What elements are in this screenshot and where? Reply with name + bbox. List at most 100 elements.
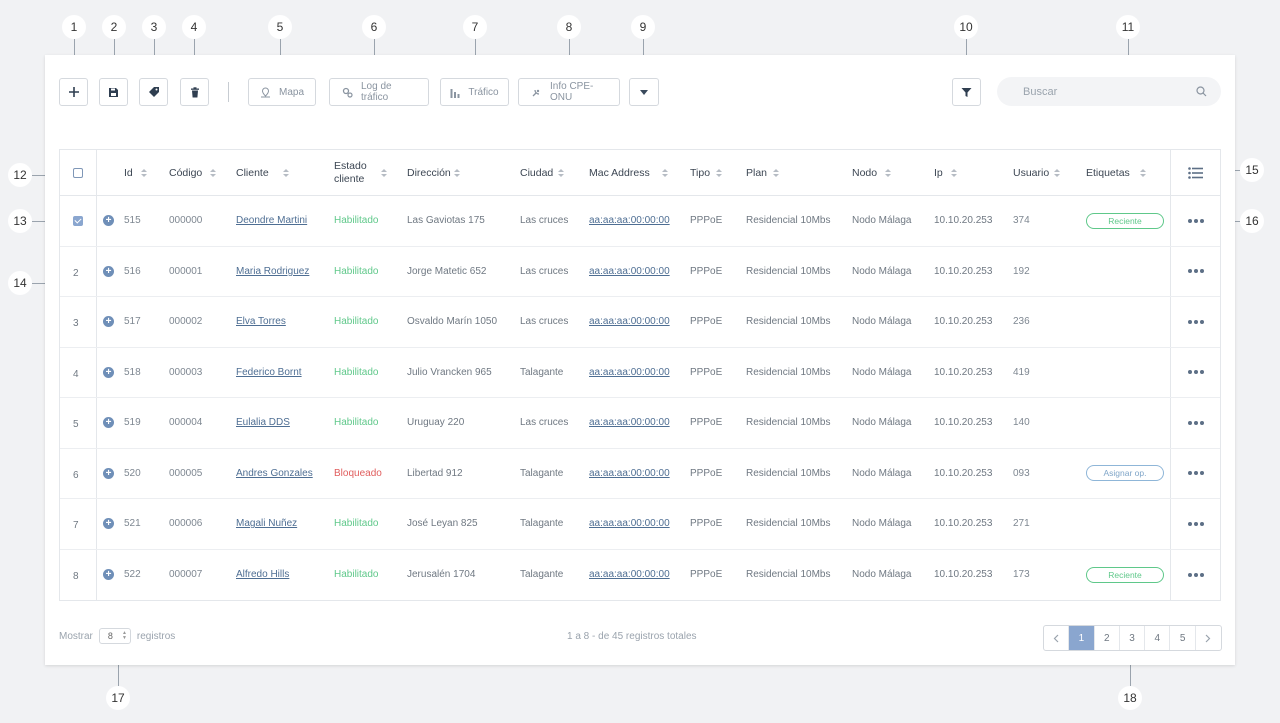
column-header-id[interactable]: Id: [124, 150, 147, 196]
mac-link[interactable]: aa:aa:aa:00:00:00: [589, 266, 670, 277]
row-actions-button[interactable]: [1188, 297, 1204, 347]
tag-badge[interactable]: Asignar op.: [1086, 465, 1164, 482]
map-button[interactable]: Mapa: [248, 78, 316, 106]
table-row[interactable]: 4 +518 000003 Federico Bornt Habilitado Julio…: [60, 348, 1220, 398]
client-link[interactable]: Elva Torres: [236, 316, 286, 327]
column-header-user[interactable]: Usuario: [1013, 150, 1061, 196]
sort-icon: [140, 169, 147, 177]
stepper-arrows-icon[interactable]: ▲ ▼: [122, 631, 127, 641]
page-size-value: 8: [107, 631, 113, 641]
client-link[interactable]: Maria Rodriguez: [236, 266, 309, 277]
page-button-5[interactable]: 5: [1170, 626, 1196, 650]
row-checkbox[interactable]: [73, 215, 83, 226]
expand-row-icon[interactable]: +: [103, 215, 114, 227]
cpe-info-button[interactable]: Info CPE-ONU: [518, 78, 620, 106]
expand-row-icon[interactable]: +: [103, 569, 114, 581]
expand-row-icon[interactable]: +: [103, 316, 114, 328]
expand-row-icon[interactable]: +: [103, 467, 114, 479]
mac-link[interactable]: aa:aa:aa:00:00:00: [589, 215, 670, 226]
cell-id: 519: [124, 398, 141, 448]
table-row[interactable]: 8 +522 000007 Alfredo Hills Habilitado Jerusa…: [60, 550, 1220, 601]
column-header-ip[interactable]: Ip: [934, 150, 957, 196]
tag-badge[interactable]: Reciente: [1086, 212, 1164, 229]
search-box[interactable]: [997, 77, 1221, 106]
row-actions-button[interactable]: [1188, 499, 1204, 549]
page-button-3[interactable]: 3: [1120, 626, 1146, 650]
code-value: 000000: [169, 215, 203, 227]
row-actions-button[interactable]: [1188, 550, 1204, 601]
row-actions-button[interactable]: [1188, 348, 1204, 398]
column-header-address[interactable]: Dirección: [407, 150, 460, 196]
search-icon[interactable]: [1196, 86, 1207, 97]
search-input[interactable]: [1023, 85, 1196, 98]
page-size-control: Mostrar 8 ▲ ▼ registros: [59, 628, 175, 644]
table-row[interactable]: 2 +516 000001 Maria Rodriguez Habilitado Jorg…: [60, 247, 1220, 297]
row-number: 8: [73, 571, 79, 583]
city-value: Las cruces: [520, 265, 569, 277]
client-link[interactable]: Alfredo Hills: [236, 569, 289, 580]
expand-row-icon[interactable]: +: [103, 417, 114, 429]
column-header-plan[interactable]: Plan: [746, 150, 780, 196]
client-link[interactable]: Eulalia DDS: [236, 417, 290, 428]
traffic-button[interactable]: Tráfico: [440, 78, 509, 106]
client-link[interactable]: Andres Gonzales: [236, 468, 313, 479]
next-page-button[interactable]: [1196, 626, 1221, 650]
row-actions-button[interactable]: [1188, 449, 1204, 499]
page-button-2[interactable]: 2: [1095, 626, 1120, 650]
column-header-status[interactable]: Estado cliente: [334, 150, 387, 196]
column-settings-button[interactable]: [1188, 150, 1203, 196]
cell-status: Habilitado: [334, 398, 378, 448]
expand-row-icon[interactable]: +: [103, 518, 114, 530]
tag-button[interactable]: [139, 78, 168, 106]
filter-button[interactable]: [952, 78, 981, 106]
row-actions-button[interactable]: [1188, 398, 1204, 448]
plan-value: Residencial 10Mbs: [746, 518, 831, 530]
row-actions-button[interactable]: [1188, 196, 1204, 246]
prev-page-button[interactable]: [1044, 626, 1070, 650]
mac-link[interactable]: aa:aa:aa:00:00:00: [589, 468, 670, 479]
table-row[interactable]: 6 +520 000005 Andres Gonzales Bloqueado Liber…: [60, 449, 1220, 499]
type-value: PPPoE: [690, 467, 723, 479]
row-actions-button[interactable]: [1188, 247, 1204, 297]
save-button[interactable]: [99, 78, 128, 106]
more-actions-dropdown[interactable]: [629, 78, 659, 106]
client-link[interactable]: Deondre Martini: [236, 215, 307, 226]
column-header-code[interactable]: Código: [169, 150, 217, 196]
column-header-tags[interactable]: Etiquetas: [1086, 150, 1146, 196]
delete-button[interactable]: [180, 78, 209, 106]
column-header-node[interactable]: Nodo: [852, 150, 892, 196]
column-header-client[interactable]: Cliente: [236, 150, 289, 196]
column-header-type[interactable]: Tipo: [690, 150, 723, 196]
mac-link[interactable]: aa:aa:aa:00:00:00: [589, 569, 670, 580]
column-header-mac[interactable]: Mac Address: [589, 150, 668, 196]
client-link[interactable]: Federico Bornt: [236, 367, 302, 378]
cpe-info-button-label: Info CPE-ONU: [550, 81, 594, 103]
table-row[interactable]: 7 +521 000006 Magali Nuñez Habilitado José Le…: [60, 499, 1220, 550]
expand-row-icon[interactable]: +: [103, 366, 114, 378]
ip-value: 10.10.20.253: [934, 316, 993, 328]
client-link[interactable]: Magali Nuñez: [236, 518, 297, 529]
mac-link[interactable]: aa:aa:aa:00:00:00: [589, 417, 670, 428]
tag-badge[interactable]: Reciente: [1086, 566, 1164, 583]
code-value: 000002: [169, 316, 203, 328]
traffic-log-button[interactable]: Log de tráfico: [329, 78, 429, 106]
select-all-checkbox[interactable]: [73, 168, 83, 178]
table-row[interactable]: 5 +519 000004 Eulalia DDS Habilitado Uruguay …: [60, 398, 1220, 449]
page-button-1[interactable]: 1: [1069, 626, 1095, 650]
sort-icon: [558, 169, 565, 177]
type-value: PPPoE: [690, 569, 723, 581]
mac-link[interactable]: aa:aa:aa:00:00:00: [589, 316, 670, 327]
column-header-label: Mac Address: [589, 166, 650, 179]
column-header-city[interactable]: Ciudad: [520, 150, 565, 196]
expand-row-icon[interactable]: +: [103, 265, 114, 277]
mac-link[interactable]: aa:aa:aa:00:00:00: [589, 367, 670, 378]
add-button[interactable]: [59, 78, 88, 106]
page-size-stepper[interactable]: 8 ▲ ▼: [98, 628, 131, 644]
mac-link[interactable]: aa:aa:aa:00:00:00: [589, 518, 670, 529]
cell-plan: Residencial 10Mbs: [746, 247, 831, 297]
page-button-4[interactable]: 4: [1145, 626, 1171, 650]
table-row[interactable]: +515 000000 Deondre Martini Habilitado Las G…: [60, 196, 1220, 247]
row-number: 6: [73, 469, 79, 481]
satellite-icon: [532, 89, 540, 96]
table-row[interactable]: 3 +517 000002 Elva Torres Habilitado Osvaldo …: [60, 297, 1220, 348]
